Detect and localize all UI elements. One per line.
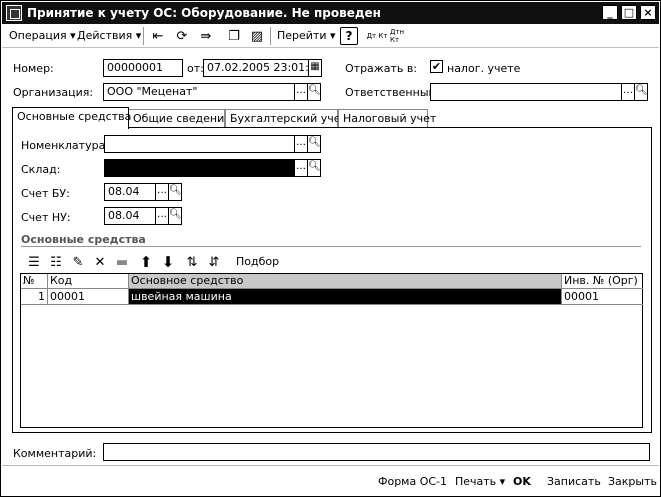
minimize-button[interactable]: _ [602,5,618,20]
dtnkt-icon[interactable]: Дтн Кт [390,27,412,45]
organization-label: Организация: [13,86,94,99]
search-icon[interactable]: 🔍︎ [307,159,321,177]
form-os1-button[interactable]: Форма ОС-1 [378,475,447,488]
comment-field[interactable] [103,443,650,461]
assets-table[interactable]: № Код Основное средство Инв. № (Орг) 1 0… [20,273,643,428]
column-header-code[interactable]: Код [48,274,129,289]
tax-accounting-checkbox[interactable]: ✔ [430,60,443,73]
tab-general-info[interactable]: Общие сведения [128,109,231,128]
print-menu-label: Печать [455,475,497,488]
toolbar-separator [143,27,144,45]
nomenclature-field[interactable] [104,135,295,153]
document-icon [6,5,22,21]
refresh-icon[interactable]: ⟳ [173,27,191,45]
help-icon[interactable]: ? [340,27,358,45]
warehouse-field[interactable] [104,159,295,177]
column-header-asset[interactable]: Основное средство [129,274,562,289]
date-field[interactable]: 07.02.2005 23:01:17 [203,59,309,77]
pick-button[interactable]: Подбор [236,255,279,268]
window-title: Принятие к учету ОС: Оборудование. Не пр… [27,6,381,20]
toolbar-separator [270,27,271,45]
search-icon[interactable]: 🔍︎ [168,207,182,225]
account-nu-field[interactable]: 08.04 [104,207,156,225]
print-menu[interactable]: Печать ▾ [455,475,505,488]
goto-menu[interactable]: Перейти ▾ [277,29,336,42]
tax-accounting-label: налог. учете [447,62,521,75]
column-header-inventory[interactable]: Инв. № (Орг) [562,274,643,289]
post-document-icon[interactable]: ⇛ [197,27,215,45]
command-bar: Операция ▾ Действия ▾ ⇤ ⟳ ⇛ ❐ ▨ Перейти … [2,24,659,48]
maximize-button[interactable]: □ [621,5,637,20]
end-edit-icon[interactable]: ▬ [113,253,131,271]
account-bu-label: Счет БУ: [21,187,70,200]
responsible-label: Ответственный: [345,86,440,99]
sort-ascending-icon[interactable]: ⇅ [183,253,201,271]
save-button[interactable]: Записать [547,475,601,488]
table-row-asset[interactable]: швейная машина [129,289,562,305]
dropdown-arrow-icon: ▾ [70,29,76,42]
edit-row-icon[interactable]: ✎ [69,253,87,271]
add-row-icon[interactable]: ☰ [25,253,43,271]
tab-fixed-assets[interactable]: Основные средства [12,107,131,129]
dropdown-arrow-icon: ▾ [330,29,336,42]
dtkt-icon[interactable]: Дт Кт [366,27,388,45]
bottom-bar: Форма ОС-1 Печать ▾ OK Записать Закрыть [2,465,659,496]
delete-row-icon[interactable]: ✕ [91,253,109,271]
account-nu-label: Счет НУ: [21,211,71,224]
unpost-document-icon[interactable]: ▨ [248,27,266,45]
operation-menu[interactable]: Операция ▾ [9,29,76,42]
operation-menu-label: Операция [9,29,67,42]
organization-field[interactable]: ООО "Меценат" [103,83,295,101]
select-button[interactable]: … [294,159,308,177]
copy-document-icon[interactable]: ❐ [225,27,243,45]
close-button[interactable]: × [640,5,656,20]
table-row-number[interactable]: 1 [21,289,48,305]
move-up-icon[interactable]: ⬆ [137,253,155,271]
move-down-icon[interactable]: ⬇ [159,253,177,271]
comment-label: Комментарий: [13,447,97,460]
go-back-icon[interactable]: ⇤ [149,27,167,45]
nomenclature-label: Номенклатура: [21,139,110,152]
number-field[interactable]: 00000001 [103,59,183,77]
warehouse-label: Склад: [21,163,61,176]
select-button[interactable]: … [155,183,169,201]
title-bar: Принятие к учету ОС: Оборудование. Не пр… [2,2,659,24]
select-button[interactable]: … [294,83,308,101]
dropdown-arrow-icon: ▾ [499,475,506,488]
actions-menu[interactable]: Действия ▾ [77,29,141,42]
column-header-number[interactable]: № [21,274,48,289]
copy-row-icon[interactable]: ☷ [47,253,65,271]
account-bu-field[interactable]: 08.04 [104,183,156,201]
assets-section-title: Основные средства [21,233,146,246]
select-button[interactable]: … [155,207,169,225]
search-icon[interactable]: 🔍︎ [307,135,321,153]
tab-tax-accounting[interactable]: Налоговый учет [338,109,436,128]
number-label: Номер: [13,62,54,75]
sort-descending-icon[interactable]: ⇵ [205,253,223,271]
goto-menu-label: Перейти [277,29,327,42]
search-icon[interactable]: 🔍︎ [634,83,648,101]
select-button[interactable]: … [294,135,308,153]
table-row-code[interactable]: 00001 [48,289,129,305]
dropdown-arrow-icon: ▾ [135,29,142,42]
section-divider [21,246,641,247]
select-button[interactable]: … [621,83,635,101]
calendar-icon[interactable]: ▦ [308,59,322,77]
search-icon[interactable]: 🔍︎ [168,183,182,201]
responsible-field[interactable] [430,83,622,101]
ok-button[interactable]: OK [513,475,531,488]
date-label: от: [187,62,204,75]
tab-accounting[interactable]: Бухгалтерский учет [225,109,347,128]
close-form-button[interactable]: Закрыть [608,475,657,488]
document-window: Принятие к учету ОС: Оборудование. Не пр… [0,0,661,497]
reflect-in-label: Отражать в: [345,62,418,75]
actions-menu-label: Действия [77,29,133,42]
table-row-inventory[interactable]: 00001 [562,289,643,305]
search-icon[interactable]: 🔍︎ [307,83,321,101]
